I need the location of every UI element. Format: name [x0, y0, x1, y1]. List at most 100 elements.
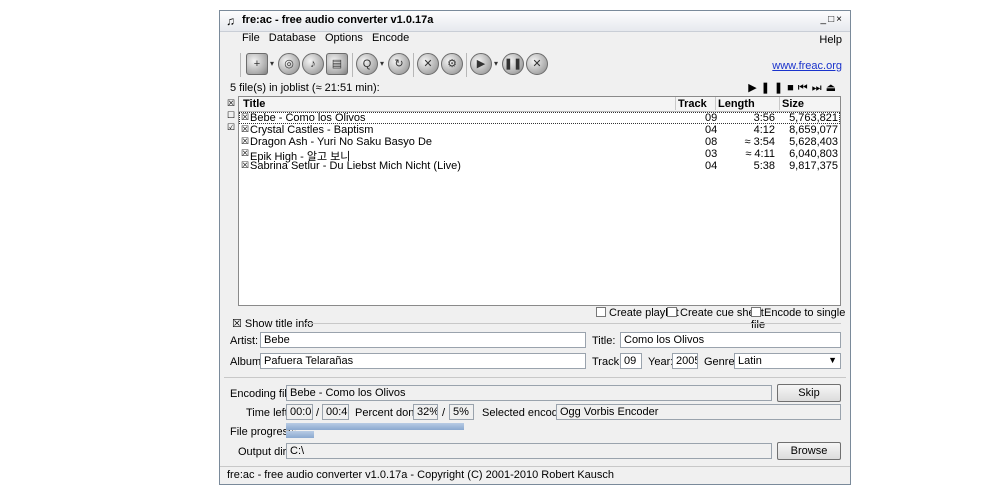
select-none-icon[interactable]: ☐ — [227, 109, 235, 121]
cddb-query-icon[interactable]: Q — [356, 53, 378, 75]
window-controls[interactable]: _□× — [821, 14, 844, 25]
menu-help[interactable]: Help — [819, 34, 842, 46]
column-divider — [715, 97, 716, 110]
artist-field[interactable]: Bebe — [260, 332, 586, 348]
joblist-row[interactable]: ☒ Epik High - 알고 보니 03 ≈ 4:11 6,040,803 — [239, 148, 840, 163]
genre-select[interactable]: Latin ▼ — [734, 353, 841, 369]
skip-button[interactable]: Skip — [777, 384, 841, 402]
add-files-dropdown-icon[interactable]: ▾ — [270, 59, 274, 68]
row-size: 8,659,077 — [789, 124, 838, 136]
year-field[interactable]: 2005 — [672, 353, 698, 369]
browse-button[interactable]: Browse — [777, 442, 841, 460]
app-icon: ♫ — [226, 14, 235, 28]
output-dir-label: Output dir.: — [238, 446, 292, 458]
row-length: 3:56 — [753, 112, 775, 124]
artist-label: Artist: — [230, 335, 259, 347]
time-separator: / — [316, 407, 320, 419]
chevron-down-icon[interactable]: ▼ — [828, 355, 837, 365]
start-dropdown-icon[interactable]: ▾ — [494, 59, 498, 68]
column-length[interactable]: Length — [718, 98, 755, 110]
pause-icon[interactable]: ❚❚ — [761, 82, 787, 94]
time-left-field: 00:07 — [286, 404, 313, 420]
toolbar-separator — [466, 53, 467, 77]
column-title[interactable]: Title — [243, 98, 265, 110]
genre-value: Latin — [738, 355, 762, 367]
menu-database[interactable]: Database — [269, 32, 316, 44]
joblist-row[interactable]: ☒ Bebe - Como los Olivos 09 3:56 5,763,8… — [239, 112, 840, 124]
cddb-submit-icon[interactable]: ↻ — [388, 53, 410, 75]
track-field[interactable]: 09 — [620, 353, 642, 369]
joblist[interactable]: Title Track Length Size ☒ Bebe - Como lo… — [238, 96, 841, 306]
title-bar[interactable]: ♫ fre:ac - free audio converter v1.0.17a… — [220, 11, 850, 32]
select-all-icon[interactable]: ☒ — [227, 97, 235, 109]
encode-single-label: Encode to single file — [751, 307, 846, 331]
file-progress-fill — [286, 423, 464, 430]
play-icon[interactable]: ▶ — [748, 82, 760, 94]
add-files-icon[interactable]: + — [246, 53, 268, 75]
joblist-header: Title Track Length Size — [239, 97, 840, 112]
column-size[interactable]: Size — [782, 98, 804, 110]
status-bar: fre:ac - free audio converter v1.0.17a -… — [220, 466, 850, 485]
row-checkbox[interactable]: ☒ — [241, 160, 249, 171]
menu-options[interactable]: Options — [325, 32, 363, 44]
track-label: Track: — [592, 356, 623, 368]
status-text: fre:ac - free audio converter v1.0.17a -… — [227, 469, 615, 481]
website-link[interactable]: www.freac.org — [772, 60, 842, 72]
next-icon[interactable]: ⏭ — [812, 82, 826, 94]
row-title: Dragon Ash - Yuri No Saku Basyo De — [250, 136, 433, 148]
row-length: 4:12 — [753, 124, 775, 136]
stop-encoding-icon[interactable]: ✕ — [526, 53, 548, 75]
menu-file[interactable]: File — [242, 32, 260, 44]
show-title-info-option[interactable]: ☒ Show title info — [232, 317, 313, 330]
row-checkbox[interactable]: ☒ — [241, 124, 249, 135]
encode-single-option[interactable]: Encode to single file — [751, 307, 850, 331]
joblist-status: 5 file(s) in joblist (≈ 21:51 min): — [230, 82, 380, 94]
row-length: ≈ 3:54 — [744, 136, 775, 148]
row-track: 04 — [705, 160, 718, 172]
joblist-row[interactable]: ☒ Sabrina Setlur - Du Liebst Mich Nicht … — [239, 160, 840, 172]
row-checkbox[interactable]: ☒ — [241, 112, 249, 123]
row-track: 04 — [705, 124, 718, 136]
encoding-file-field: Bebe - Como los Olivos — [286, 385, 772, 401]
previous-icon[interactable]: ⏮ — [798, 82, 812, 94]
add-folder-icon[interactable]: ♪ — [302, 53, 324, 75]
encode-single-checkbox[interactable] — [751, 307, 761, 317]
start-encoding-icon[interactable]: ▶ — [470, 53, 492, 75]
joblist-row[interactable]: ☒ Dragon Ash - Yuri No Saku Basyo De 08 … — [239, 136, 840, 148]
row-title: Bebe - Como los Olivos — [250, 112, 366, 124]
genre-label: Genre: — [704, 356, 738, 368]
create-playlist-checkbox[interactable] — [596, 307, 606, 317]
row-checkbox[interactable]: ☒ — [241, 148, 249, 159]
stop-icon[interactable]: ■ — [787, 82, 798, 94]
column-track[interactable]: Track — [678, 98, 707, 110]
toolbar-separator — [352, 53, 353, 77]
toolbar-separator — [240, 53, 241, 77]
title-label: Title: — [592, 335, 616, 347]
eject-icon[interactable]: ⏏ — [826, 82, 840, 94]
menu-encode[interactable]: Encode — [372, 32, 409, 44]
add-cd-icon[interactable]: ◎ — [278, 53, 300, 75]
player-controls: ▶❚❚■⏮⏭⏏ — [748, 81, 840, 95]
total-percent-field: 5% — [449, 404, 474, 420]
file-progress-bar — [286, 423, 841, 430]
toggle-selection-icon[interactable]: ☑ — [227, 121, 235, 133]
column-divider — [779, 97, 780, 110]
cddb-dropdown-icon[interactable]: ▾ — [380, 59, 384, 68]
title-field[interactable]: Como los Olivos — [620, 332, 841, 348]
pause-encoding-icon[interactable]: ❚❚ — [502, 53, 524, 75]
row-checkbox[interactable]: ☒ — [241, 136, 249, 147]
joblist-row[interactable]: ☒ Crystal Castles - Baptism 04 4:12 8,65… — [239, 124, 840, 136]
show-title-info-checkbox[interactable]: ☒ — [232, 318, 245, 330]
section-divider — [224, 377, 846, 378]
settings-icon[interactable]: ✕ — [417, 53, 439, 75]
create-cue-option[interactable]: Create cue sheet — [667, 307, 764, 319]
encoder-settings-icon[interactable]: ⚙ — [441, 53, 463, 75]
list-selection-controls: ☒ ☐ ☑ — [227, 97, 235, 133]
selected-encoder-field: Ogg Vorbis Encoder — [556, 404, 841, 420]
window-title: fre:ac - free audio converter v1.0.17a — [242, 14, 434, 26]
album-field[interactable]: Pafuera Telarañas — [260, 353, 586, 369]
remove-files-icon[interactable]: ▤ — [326, 53, 348, 75]
create-cue-checkbox[interactable] — [667, 307, 677, 317]
row-size: 5,763,821 — [789, 112, 838, 124]
row-track: 03 — [705, 148, 718, 160]
